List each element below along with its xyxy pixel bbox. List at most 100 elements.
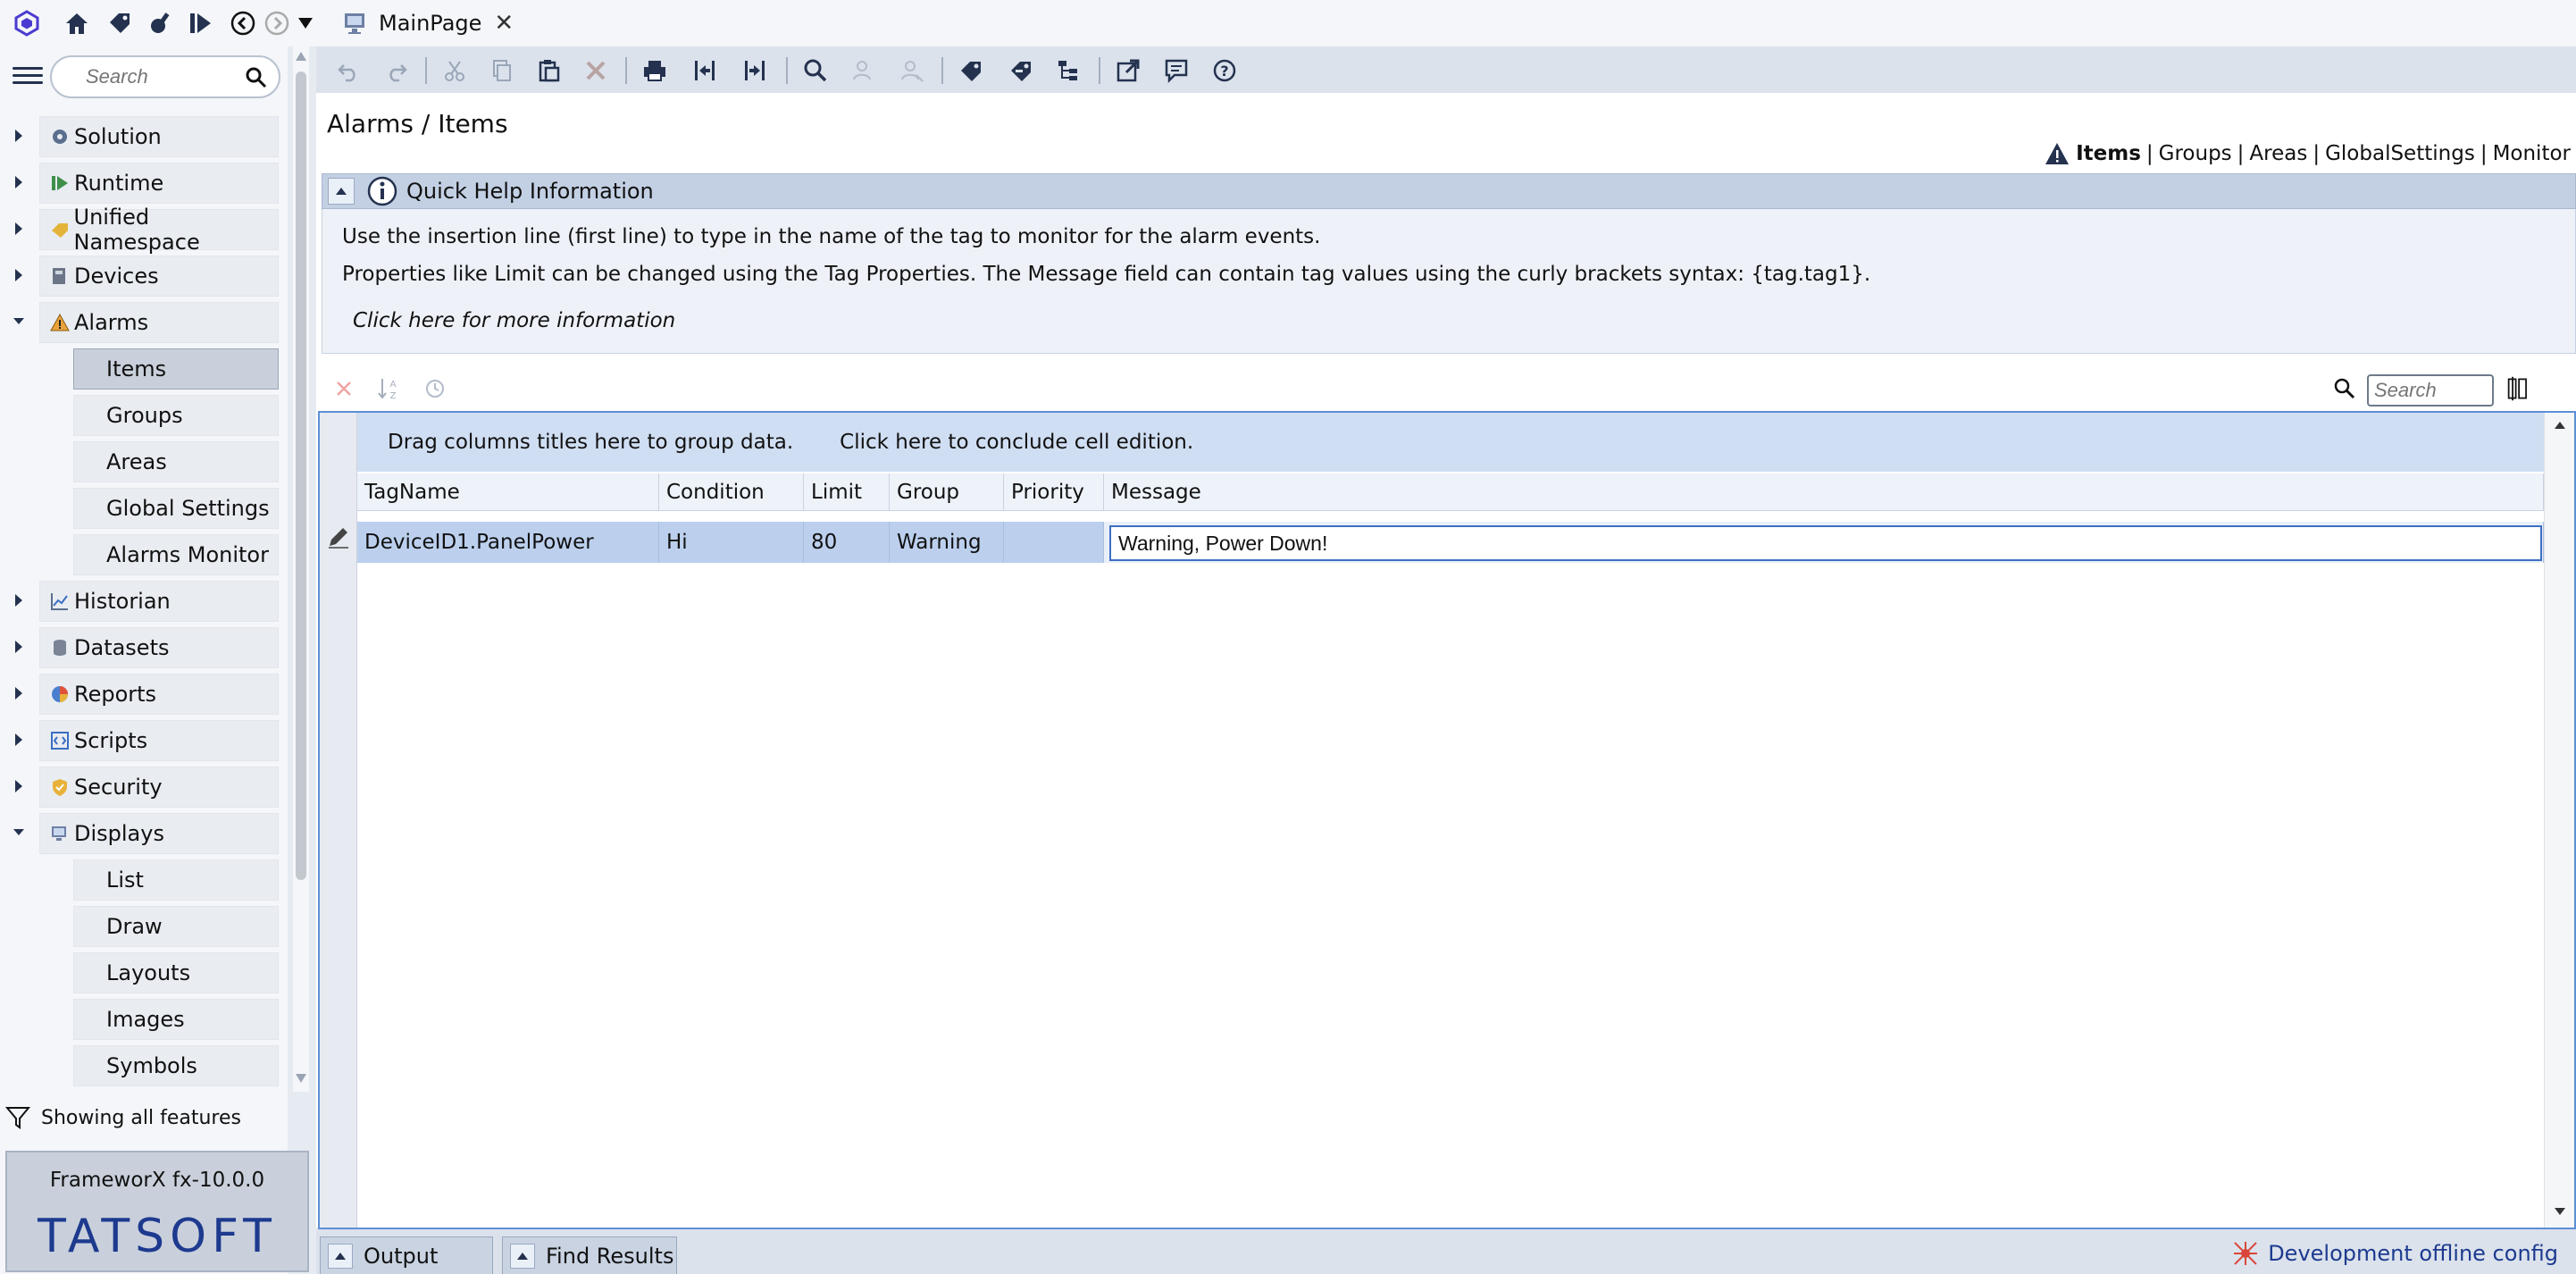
tree-icon[interactable]	[1054, 55, 1084, 86]
sidebar-item-datasets[interactable]: Datasets	[39, 627, 279, 668]
cell-priority[interactable]	[1004, 522, 1104, 563]
expand-arrow-icon[interactable]	[13, 266, 25, 284]
cell-tagname[interactable]: DeviceID1.PanelPower	[357, 522, 659, 563]
group-by-bar[interactable]: Drag columns titles here to group data. …	[357, 413, 2544, 472]
quick-help-header[interactable]: Quick Help Information	[322, 173, 2576, 209]
sidebar-item-security[interactable]: Security	[39, 767, 279, 808]
sidebar-item-historian[interactable]: Historian	[39, 581, 279, 622]
cell-group[interactable]: Warning	[890, 522, 1004, 563]
collapse-icon[interactable]	[328, 178, 355, 205]
section-link-items[interactable]: Items	[2076, 142, 2141, 165]
tab-find-results[interactable]: Find Results	[502, 1236, 677, 1274]
print-icon[interactable]	[640, 55, 670, 86]
close-icon[interactable]: ✕	[494, 10, 514, 37]
redo-icon[interactable]	[381, 55, 411, 86]
more-info-link[interactable]: Click here for more information	[353, 309, 675, 332]
expand-up-icon[interactable]	[328, 1243, 353, 1269]
scroll-down-icon[interactable]	[2553, 1206, 2567, 1217]
comment-icon[interactable]	[1161, 55, 1192, 86]
history-dropdown-icon[interactable]	[289, 7, 322, 39]
sidebar-item-alarms-monitor[interactable]: Alarms Monitor	[73, 534, 279, 575]
refresh-icon[interactable]	[422, 375, 448, 402]
expand-arrow-icon[interactable]	[13, 638, 25, 656]
expand-arrow-icon[interactable]	[13, 127, 25, 145]
sidebar-item-alarms-global-settings[interactable]: Global Settings	[73, 488, 279, 529]
expand-arrow-icon[interactable]	[13, 591, 25, 609]
open-external-icon[interactable]	[1113, 55, 1143, 86]
collapse-arrow-icon[interactable]	[13, 313, 25, 331]
section-link-globalsettings[interactable]: GlobalSettings	[2325, 142, 2475, 165]
sidebar-item-alarms[interactable]: Alarms	[39, 302, 279, 343]
sidebar-scroll-thumb[interactable]	[296, 71, 306, 880]
sidebar-item-displays-symbols[interactable]: Symbols	[73, 1045, 279, 1086]
find-remove-icon[interactable]	[897, 55, 927, 86]
back-icon[interactable]	[227, 7, 259, 39]
column-header-limit[interactable]: Limit	[804, 474, 890, 511]
expand-arrow-icon[interactable]	[13, 777, 25, 795]
conclude-edit-link[interactable]: Click here to conclude cell edition.	[840, 431, 1193, 454]
column-header-group[interactable]: Group	[890, 474, 1004, 511]
columns-icon[interactable]	[2506, 375, 2533, 402]
sidebar-item-runtime[interactable]: Runtime	[39, 163, 279, 204]
expand-arrow-icon[interactable]	[13, 684, 25, 702]
app-logo-icon[interactable]	[11, 7, 43, 39]
sort-icon[interactable]: AZ	[375, 375, 402, 402]
find-icon[interactable]	[800, 55, 831, 86]
sidebar-item-alarms-groups[interactable]: Groups	[73, 395, 279, 436]
delete-icon[interactable]	[581, 55, 611, 86]
home-icon[interactable]	[61, 7, 93, 39]
find-user-icon[interactable]	[849, 55, 879, 86]
tag-edit-icon[interactable]	[1006, 55, 1036, 86]
collapse-arrow-icon[interactable]	[13, 824, 25, 842]
cut-icon[interactable]	[439, 55, 470, 86]
cell-limit[interactable]: 80	[804, 522, 890, 563]
sidebar-item-displays-images[interactable]: Images	[73, 999, 279, 1040]
help-icon[interactable]: ?	[1209, 55, 1240, 86]
message-edit-input[interactable]	[1109, 525, 2542, 561]
section-link-groups[interactable]: Groups	[2159, 142, 2232, 165]
expand-arrow-icon[interactable]	[13, 220, 25, 238]
sidebar-item-unified-namespace[interactable]: Unified Namespace	[39, 205, 279, 255]
sidebar-item-solution[interactable]: Solution	[39, 116, 279, 157]
sidebar-item-alarms-items[interactable]: Items	[73, 348, 279, 390]
scroll-up-icon[interactable]	[295, 50, 307, 63]
paste-icon[interactable]	[534, 55, 565, 86]
sidebar-search[interactable]	[50, 55, 280, 98]
scroll-up-icon[interactable]	[2553, 420, 2567, 431]
expand-up-icon[interactable]	[510, 1243, 535, 1269]
copy-icon[interactable]	[486, 55, 516, 86]
cell-condition[interactable]: Hi	[659, 522, 804, 563]
export-icon[interactable]	[740, 55, 770, 86]
delete-row-icon[interactable]	[330, 375, 357, 402]
sidebar-item-displays-list[interactable]: List	[73, 859, 279, 901]
scroll-down-icon[interactable]	[295, 1072, 307, 1085]
feature-filter[interactable]: Showing all features	[5, 1101, 241, 1135]
section-link-areas[interactable]: Areas	[2249, 142, 2307, 165]
tab-mainpage[interactable]: MainPage ✕	[343, 5, 514, 41]
tag-add-icon[interactable]	[956, 55, 986, 86]
sidebar-item-devices[interactable]: Devices	[39, 256, 279, 297]
run-icon[interactable]	[184, 7, 216, 39]
forward-icon[interactable]	[261, 7, 293, 39]
grid-search[interactable]	[2367, 374, 2494, 407]
sidebar-item-displays-draw[interactable]: Draw	[73, 906, 279, 947]
search-input[interactable]	[86, 64, 238, 89]
menu-icon[interactable]	[13, 63, 43, 89]
section-link-monitor[interactable]: Monitor	[2493, 142, 2571, 165]
sidebar-item-displays[interactable]: Displays	[39, 813, 279, 854]
grid-search-input[interactable]	[2369, 376, 2492, 405]
column-header-condition[interactable]: Condition	[659, 474, 804, 511]
expand-arrow-icon[interactable]	[13, 731, 25, 749]
import-icon[interactable]	[690, 55, 720, 86]
sidebar-item-scripts[interactable]: Scripts	[39, 720, 279, 761]
tab-output[interactable]: Output	[320, 1236, 493, 1274]
build-icon[interactable]	[145, 7, 177, 39]
grid-scrollbar[interactable]	[2544, 413, 2574, 1228]
sidebar-item-alarms-areas[interactable]: Areas	[73, 441, 279, 482]
column-header-message[interactable]: Message	[1104, 474, 2544, 511]
tag-icon[interactable]	[104, 7, 136, 39]
sidebar-item-reports[interactable]: Reports	[39, 674, 279, 715]
column-header-tagname[interactable]: TagName	[357, 474, 659, 511]
sidebar-item-displays-layouts[interactable]: Layouts	[73, 952, 279, 993]
undo-icon[interactable]	[334, 55, 364, 86]
